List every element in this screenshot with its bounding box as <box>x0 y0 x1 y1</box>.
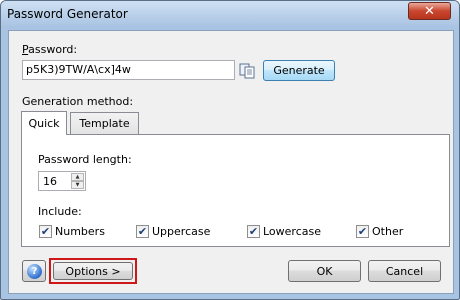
uppercase-label: Uppercase <box>152 225 211 238</box>
password-label: Password: <box>22 43 78 56</box>
window-title: Password Generator <box>7 7 128 21</box>
title-bar[interactable]: Password Generator ✕ <box>1 1 459 28</box>
password-field[interactable]: p5K3)9TW/A\cx]4w <box>22 60 235 80</box>
lowercase-checkbox[interactable]: ✔ <box>247 225 260 238</box>
help-icon: ? <box>27 264 42 279</box>
stepper-up-icon[interactable]: ▲ <box>71 173 84 181</box>
generation-method-label: Generation method: <box>22 95 134 108</box>
password-generator-window: Password Generator ✕ Password: p5K3)9TW/… <box>0 0 460 300</box>
stepper-buttons: ▲ ▼ <box>71 173 84 189</box>
ok-button[interactable]: OK <box>288 260 361 282</box>
copy-password-button[interactable] <box>237 60 258 81</box>
numbers-checkbox[interactable]: ✔ <box>39 225 52 238</box>
other-checkbox[interactable]: ✔ <box>356 225 369 238</box>
lowercase-label: Lowercase <box>263 225 321 238</box>
password-length-stepper[interactable]: 16 ▲ ▼ <box>38 171 86 191</box>
dialog-body: Password: p5K3)9TW/A\cx]4w Generate Gene… <box>8 30 454 294</box>
numbers-label: Numbers <box>55 225 105 238</box>
password-length-label: Password length: <box>38 153 132 166</box>
quick-tab-panel: Password length: 16 ▲ ▼ Include: ✔ Numbe… <box>21 134 450 247</box>
tab-template[interactable]: Template <box>70 112 139 134</box>
close-icon: ✕ <box>424 3 435 19</box>
options-button[interactable]: Options > <box>53 262 133 280</box>
other-label: Other <box>372 225 404 238</box>
copy-icon <box>239 63 255 79</box>
generate-button[interactable]: Generate <box>263 60 335 81</box>
uppercase-checkbox[interactable]: ✔ <box>136 225 149 238</box>
password-length-value: 16 <box>43 175 57 188</box>
tab-quick[interactable]: Quick <box>21 111 67 135</box>
close-button[interactable]: ✕ <box>408 2 451 20</box>
stepper-down-icon[interactable]: ▼ <box>71 181 84 189</box>
help-button[interactable]: ? <box>22 260 46 282</box>
include-label: Include: <box>38 205 82 218</box>
cancel-button[interactable]: Cancel <box>368 260 441 282</box>
